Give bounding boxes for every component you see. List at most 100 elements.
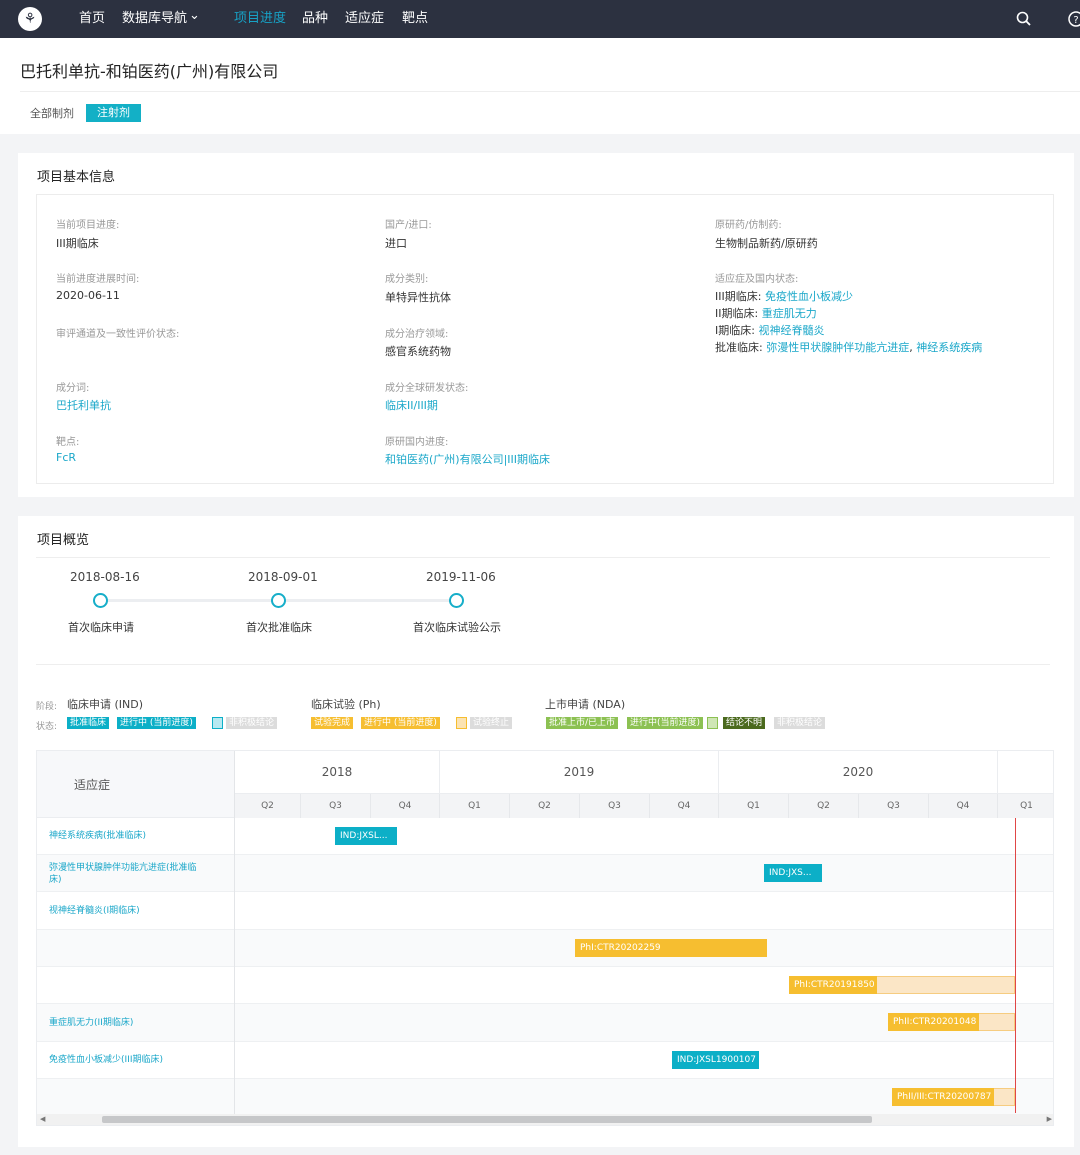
milestone-node[interactable] — [93, 593, 108, 608]
gantt-quarter: Q1 — [719, 794, 789, 818]
tab-all-formulations[interactable]: 全部制剂 — [30, 105, 74, 121]
horizontal-scrollbar[interactable]: ◀ ▶ — [37, 1114, 1053, 1125]
gantt-row: 免疫性血小板减少(III期临床) — [37, 1042, 1053, 1079]
gantt-row: 视神经脊髓炎(I期临床) — [37, 892, 1053, 930]
nav-home[interactable]: 首页 — [79, 0, 105, 38]
global-status-link[interactable]: 临床II/III期 — [385, 397, 438, 413]
overview-card: 项目概览 2018-08-16 首次临床申请 2018-09-01 首次批准临床… — [18, 516, 1074, 1147]
indication-link[interactable]: 免疫性血小板减少 — [765, 290, 853, 303]
gantt-bar[interactable]: PhI:CTR20191850 — [789, 976, 877, 994]
legend-chip: 非积极结论 — [774, 717, 826, 729]
legend-chip — [212, 717, 223, 729]
milestone-label: 首次批准临床 — [246, 621, 312, 634]
indication-status: II期临床: — [715, 307, 759, 320]
gantt-bar-ongoing — [977, 1013, 1015, 1031]
domestic-progress-link[interactable]: 和铂医药(广州)有限公司|III期临床 — [385, 451, 550, 467]
nav-database[interactable]: 数据库导航 — [122, 0, 187, 38]
scroll-left-icon[interactable]: ◀ — [40, 1114, 45, 1125]
current-stage-value: III期临床 — [56, 237, 99, 250]
original-generic-value: 生物制品新药/原研药 — [715, 237, 818, 250]
legend-chip: 试验终止 — [470, 717, 513, 729]
ingredient-label: 成分词: — [56, 383, 90, 394]
ingredient-link[interactable]: 巴托利单抗 — [56, 397, 111, 413]
legend-chip: 进行中 (当前进度) — [361, 717, 440, 729]
category-value: 单特异性抗体 — [385, 291, 451, 304]
scroll-right-icon[interactable]: ▶ — [1047, 1114, 1052, 1125]
gantt-row: 神经系统疾病(批准临床) — [37, 818, 1053, 855]
gantt-year: 2018 — [235, 751, 440, 794]
gantt-bar[interactable]: IND:JXSL... — [335, 827, 397, 845]
gantt-row-label[interactable]: 弥漫性甲状腺肿伴功能亢进症(批准临床) — [49, 862, 209, 886]
gantt-quarter: Q3 — [859, 794, 929, 818]
gantt-row-label[interactable]: 视神经脊髓炎(I期临床) — [49, 905, 209, 917]
origin-value: 进口 — [385, 237, 407, 250]
gantt-bar[interactable]: PhI:CTR20202259 — [575, 939, 767, 957]
global-status-label: 成分全球研发状态: — [385, 383, 469, 394]
indication-link[interactable]: 神经系统疾病 — [916, 341, 982, 354]
legend-chip: 批准临床 — [67, 717, 110, 729]
indication-link[interactable]: 弥漫性甲状腺肿伴功能亢进症 — [766, 341, 909, 354]
gantt-bar[interactable]: PhII/III:CTR20200787 — [892, 1088, 994, 1106]
target-label: 靶点: — [56, 437, 80, 448]
gantt-bar[interactable]: PhII:CTR20201048 — [888, 1013, 979, 1031]
current-stage-label: 当前项目进度: — [56, 220, 120, 231]
legend-chip: 批准上市/已上市 — [546, 717, 619, 729]
indications-label: 适应症及国内状态: — [715, 274, 799, 285]
today-marker-line — [1015, 818, 1016, 1113]
gantt-bar[interactable]: IND:JXS... — [764, 864, 822, 882]
origin-label: 国产/进口: — [385, 220, 432, 231]
logo-icon[interactable]: ⚘ — [18, 7, 42, 31]
gantt-bar-ongoing — [992, 1088, 1015, 1106]
gantt-quarter-row: Q2 Q3 Q4 Q1 Q2 Q3 Q4 Q1 Q2 Q3 Q4 Q1 — [235, 794, 1053, 818]
gantt-year: 2019 — [440, 751, 719, 794]
gantt-quarter: Q4 — [371, 794, 440, 818]
gantt-bar-ongoing — [874, 976, 1015, 994]
gantt-chart: 神经系统疾病(批准临床) 弥漫性甲状腺肿伴功能亢进症(批准临床) 视神经脊髓炎(… — [36, 750, 1054, 1126]
gantt-quarter: Q1 — [1020, 801, 1033, 811]
milestone-date: 2018-08-16 — [70, 570, 140, 584]
basic-info-card: 项目基本信息 当前项目进度: III期临床 当前进度进展时间: 2020-06-… — [18, 153, 1074, 497]
nav-indication[interactable]: 适应症 — [345, 0, 384, 38]
legend-chip — [707, 717, 718, 729]
search-icon[interactable] — [1014, 9, 1034, 29]
top-nav: ⚘ 首页 数据库导航 ⌄ 项目进度 品种 适应症 靶点 ? — [0, 0, 1080, 38]
help-icon[interactable]: ? — [1066, 9, 1080, 29]
milestone-node[interactable] — [271, 593, 286, 608]
indication-phase3: III期临床: 免疫性血小板减少 — [715, 288, 853, 304]
gantt-row-label[interactable]: 免疫性血小板减少(III期临床) — [49, 1054, 209, 1066]
gantt-row: 弥漫性甲状腺肿伴功能亢进症(批准临床) — [37, 855, 1053, 892]
legend-chip: 非积极结论 — [226, 717, 278, 729]
gantt-row-label[interactable]: 重症肌无力(II期临床) — [49, 1017, 209, 1029]
divider — [36, 664, 1050, 665]
chevron-down-icon[interactable]: ⌄ — [189, 0, 200, 35]
gantt-quarter: Q2 — [510, 794, 580, 818]
gantt-year: 2020 — [719, 751, 998, 794]
indication-link[interactable]: 重症肌无力 — [762, 307, 817, 320]
indication-link[interactable]: 视神经脊髓炎 — [758, 324, 824, 337]
target-link[interactable]: FcR — [56, 451, 76, 464]
header-divider — [20, 91, 1080, 92]
indication-status: 批准临床: — [715, 341, 763, 354]
stage-time-label: 当前进度进展时间: — [56, 274, 140, 285]
gantt-indication-header: 适应症 — [37, 751, 234, 818]
gantt-bar[interactable]: IND:JXSL1900107 — [672, 1051, 759, 1069]
nav-variety[interactable]: 品种 — [302, 0, 328, 38]
legend-stage-label: 阶段: — [36, 702, 58, 712]
legend-chip: 进行中 (当前进度) — [117, 717, 196, 729]
milestone-label: 首次临床试验公示 — [413, 621, 501, 634]
indication-separator: , — [909, 341, 913, 354]
tab-injection[interactable]: 注射剂 — [86, 104, 141, 122]
scrollbar-thumb[interactable] — [102, 1116, 872, 1123]
therapeutic-area-label: 成分治疗领域: — [385, 329, 449, 340]
indication-approved: 批准临床: 弥漫性甲状腺肿伴功能亢进症, 神经系统疾病 — [715, 339, 982, 355]
legend-ind-title: 临床申请 (IND) — [67, 698, 144, 711]
legend-status-label: 状态: — [36, 722, 58, 732]
gantt-year-row: 2018 2019 2020 — [235, 751, 1053, 794]
nav-target[interactable]: 靶点 — [402, 0, 428, 38]
gantt-quarter: Q2 — [235, 794, 301, 818]
review-channel-label: 审评通道及一致性评价状态: — [56, 329, 180, 340]
gantt-header-label: 适应症 — [74, 778, 111, 792]
milestone-node[interactable] — [449, 593, 464, 608]
gantt-row-label[interactable]: 神经系统疾病(批准临床) — [49, 830, 209, 842]
nav-project-progress[interactable]: 项目进度 — [234, 0, 286, 38]
